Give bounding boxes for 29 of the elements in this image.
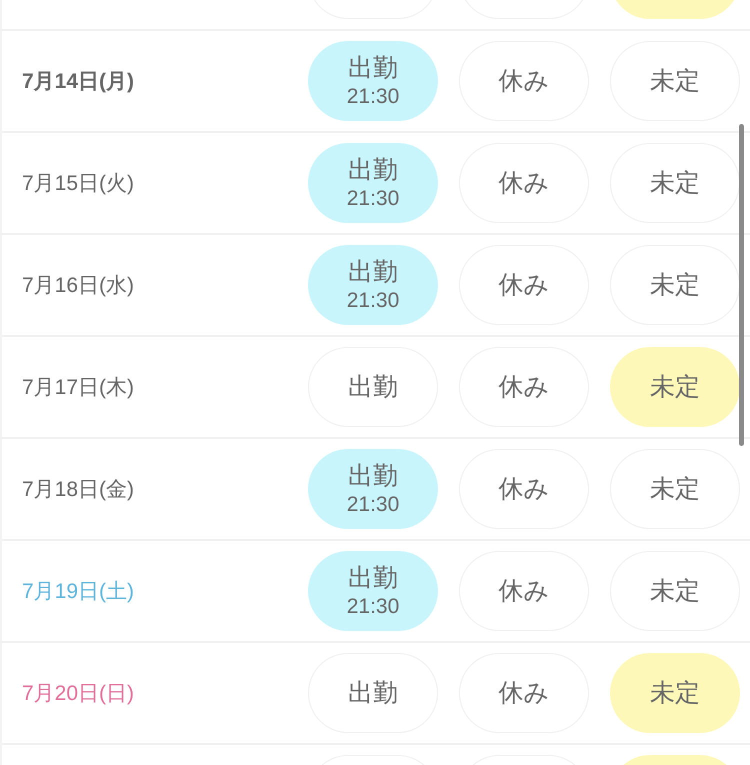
option-button[interactable]: 休み — [459, 143, 589, 223]
option-button[interactable]: 未定 — [610, 143, 740, 223]
option-button[interactable]: 未定 — [610, 551, 740, 631]
option-button[interactable]: 休み — [459, 245, 589, 325]
option-button[interactable]: 未定 — [610, 653, 740, 733]
option-button[interactable]: 休み — [459, 347, 589, 427]
option-button[interactable]: 未定 — [610, 347, 740, 427]
option-button[interactable]: 未定 — [610, 245, 740, 325]
option-button[interactable]: 未定 — [610, 449, 740, 529]
option-button[interactable]: 休み — [459, 653, 589, 733]
date-label: 7月19日(土) — [22, 579, 136, 605]
option-button[interactable]: 出勤 21:30 — [308, 245, 438, 325]
date-label: 7月20日(日) — [22, 681, 136, 707]
date-label: 7月14日(月) — [22, 69, 136, 95]
option-button[interactable]: 出勤 21:30 — [308, 449, 438, 529]
date-label: 7月15日(火) — [22, 171, 136, 197]
option-button[interactable]: 出勤 21:30 — [308, 143, 438, 223]
option-button[interactable]: 出勤 — [308, 347, 438, 427]
option-button[interactable]: 休み — [459, 449, 589, 529]
option-button[interactable]: 出勤 21:30 — [308, 41, 438, 121]
option-button[interactable]: 出勤 21:30 — [308, 551, 438, 631]
option-button[interactable]: 休み — [459, 41, 589, 121]
date-label: 7月17日(木) — [22, 375, 136, 401]
option-button[interactable]: 出勤 — [308, 653, 438, 733]
date-label: 7月18日(金) — [22, 477, 136, 503]
option-button[interactable]: 休み — [459, 551, 589, 631]
scrollbar[interactable] — [739, 124, 744, 446]
option-button[interactable]: 未定 — [610, 41, 740, 121]
date-label: 7月16日(水) — [22, 273, 136, 299]
